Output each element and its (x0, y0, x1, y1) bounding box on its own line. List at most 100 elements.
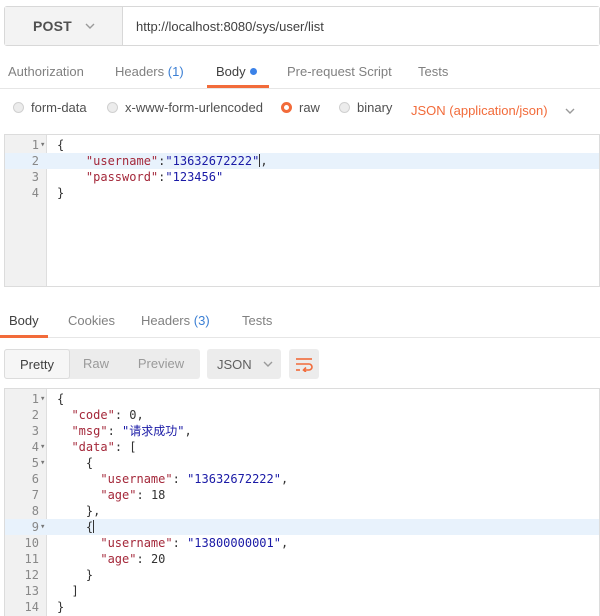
tab-authorization-label: Authorization (8, 64, 84, 79)
radio-urlencoded-label: x-www-form-urlencoded (125, 100, 263, 115)
json-key: "username" (85, 154, 159, 168)
line-number: 14 (24, 600, 39, 614)
line-number: 13 (24, 584, 39, 598)
tab-response-headers-label: Headers (141, 313, 191, 328)
tab-prerequest-label: Pre-request Script (287, 64, 392, 79)
json-key: "username" (100, 536, 173, 550)
url-bar: POST http://localhost:8080/sys/user/list (4, 6, 600, 46)
viewer-line: 3 "msg": "请求成功", (5, 423, 599, 439)
editor-line: 4 } (5, 185, 599, 201)
line-number: 4 (31, 186, 39, 200)
request-tabs: Authorization Headers (1) Body Pre-reque… (0, 58, 600, 88)
chevron-down-icon (263, 361, 273, 367)
fold-arrow-icon[interactable]: ▾ (40, 519, 48, 535)
json-key: "age" (100, 488, 137, 502)
json-number-value: 0 (129, 408, 137, 422)
wrap-lines-button[interactable] (289, 349, 319, 379)
tab-response-tests[interactable]: Tests (242, 313, 272, 328)
viewer-line: 5 ▾ { (5, 455, 599, 471)
fold-arrow-icon[interactable]: ▾ (40, 455, 48, 471)
radio-form-data[interactable]: form-data (13, 100, 87, 115)
line-number: 4 (31, 440, 39, 454)
viewer-line: 1 ▾ { (5, 391, 599, 407)
method-label: POST (33, 18, 72, 34)
radio-circle-selected (281, 102, 292, 113)
line-number: 1 (31, 138, 39, 152)
json-key: "data" (71, 440, 115, 454)
json-string-value: "请求成功" (122, 424, 185, 438)
editor-line-active: 2 "username":"13632672222", (5, 153, 599, 169)
divider (0, 88, 600, 89)
radio-raw[interactable]: raw (281, 100, 320, 115)
line-number: 9 (31, 520, 39, 534)
radio-circle (107, 102, 118, 113)
json-number-value: 20 (150, 552, 166, 566)
tab-body-label: Body (216, 64, 246, 79)
radio-binary-label: binary (357, 100, 393, 115)
fold-arrow-icon[interactable]: ▾ (40, 439, 48, 455)
tab-tests[interactable]: Tests (418, 64, 448, 79)
json-string-value: "13800000001" (187, 536, 281, 550)
fold-arrow-icon[interactable]: ▾ (40, 391, 48, 407)
url-input[interactable]: http://localhost:8080/sys/user/list (123, 7, 599, 45)
line-number: 2 (31, 408, 39, 422)
viewer-line: 4 ▾ "data": [ (5, 439, 599, 455)
viewer-line: 2 "code": 0, (5, 407, 599, 423)
line-number: 1 (31, 392, 39, 406)
line-number: 3 (31, 424, 39, 438)
tab-prerequest-script[interactable]: Pre-request Script (287, 64, 392, 79)
response-toolbar: Pretty Raw Preview JSON (4, 349, 600, 379)
headers-count-badge: (3) (193, 313, 210, 328)
json-key: "age" (100, 552, 137, 566)
viewer-line: 10 "username": "13800000001", (5, 535, 599, 551)
line-number: 3 (31, 170, 39, 184)
request-body-editor[interactable]: 1 ▾ { 2 "username":"13632672222", 3 "pass… (4, 134, 600, 287)
view-preview-button[interactable]: Preview (122, 349, 200, 379)
wrap-lines-icon (296, 358, 313, 372)
url-text: http://localhost:8080/sys/user/list (136, 18, 324, 34)
view-pretty-button[interactable]: Pretty (4, 349, 70, 379)
line-number: 10 (24, 536, 39, 550)
tab-authorization[interactable]: Authorization (8, 64, 84, 79)
fold-arrow-icon[interactable]: ▾ (40, 137, 48, 153)
view-raw-button[interactable]: Raw (70, 349, 122, 379)
tab-headers-label: Headers (115, 64, 165, 79)
json-key: "code" (71, 408, 115, 422)
line-number: 7 (31, 488, 39, 502)
viewer-line-active: 9 ▾ { (5, 519, 599, 535)
json-string-value: "13632672222" (165, 154, 260, 168)
active-tab-indicator (0, 335, 48, 338)
tab-response-body[interactable]: Body (9, 313, 39, 328)
tab-headers[interactable]: Headers (1) (115, 64, 184, 79)
json-key: "password" (85, 170, 159, 184)
modified-dot-icon (249, 68, 257, 75)
editor-line: 3 "password":"123456" (5, 169, 599, 185)
viewer-line: 14 } (5, 599, 599, 615)
viewer-line: 8 }, (5, 503, 599, 519)
response-body-viewer[interactable]: 1 ▾ { 2 "code": 0, 3 "msg": "请求成功", 4 ▾ "d… (4, 388, 600, 616)
tab-cookies[interactable]: Cookies (68, 313, 115, 328)
response-format-select[interactable]: JSON (207, 349, 281, 379)
text-cursor (259, 154, 261, 167)
line-number: 11 (24, 552, 39, 566)
line-number: 5 (31, 456, 39, 470)
radio-binary[interactable]: binary (339, 100, 392, 115)
radio-urlencoded[interactable]: x-www-form-urlencoded (107, 100, 263, 115)
headers-count-badge: (1) (167, 64, 184, 79)
method-select[interactable]: POST (5, 7, 123, 45)
tab-tests-label: Tests (418, 64, 449, 79)
content-type-select[interactable]: JSON (application/json) (411, 103, 576, 118)
viewer-line: 11 "age": 20 (5, 551, 599, 567)
viewer-line: 7 "age": 18 (5, 487, 599, 503)
tab-body[interactable]: Body (216, 64, 257, 79)
json-key: "msg" (71, 424, 108, 438)
viewer-line: 6 "username": "13632672222", (5, 471, 599, 487)
tab-response-headers[interactable]: Headers (3) (141, 313, 210, 328)
chevron-down-icon (565, 108, 575, 114)
radio-raw-label: raw (299, 100, 320, 115)
view-mode-toggle: Pretty Raw Preview (4, 349, 200, 379)
viewer-line: 12 } (5, 567, 599, 583)
radio-circle (339, 102, 350, 113)
line-number: 12 (24, 568, 39, 582)
json-number-value: 18 (150, 488, 166, 502)
